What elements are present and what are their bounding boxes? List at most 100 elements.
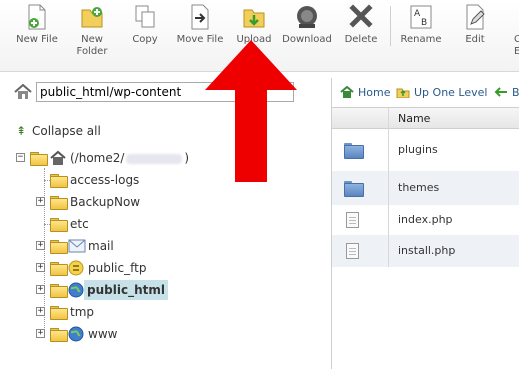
delete-button[interactable]: Delete <box>342 4 380 68</box>
ftp-icon <box>68 260 84 276</box>
tree-item-label: tmp <box>70 305 95 319</box>
tree-item-etc[interactable]: etc <box>36 214 236 234</box>
edit-button[interactable]: Edit <box>456 4 494 68</box>
collapse-all-link[interactable]: ⇞ Collapse all <box>16 124 101 138</box>
folder-icon <box>50 196 68 210</box>
code-editor-label: C E <box>514 34 519 57</box>
code-editor-icon <box>510 4 519 30</box>
back-link[interactable]: B <box>494 86 519 99</box>
copy-button[interactable]: Copy <box>126 4 164 68</box>
file-row-themes[interactable]: themes <box>332 171 519 205</box>
back-label: B <box>512 86 519 99</box>
tree-toggle-expand[interactable]: + <box>36 241 45 250</box>
folder-icon <box>50 174 68 188</box>
tree-item-label: BackupNow <box>70 195 141 209</box>
back-arrow-icon <box>494 86 508 98</box>
new-folder-button[interactable]: New Folder <box>70 4 114 68</box>
column-divider <box>388 171 389 205</box>
tree-toggle-expand[interactable]: + <box>36 285 45 294</box>
svg-text:B: B <box>421 18 427 28</box>
globe-icon <box>68 326 84 342</box>
upload-icon <box>242 4 266 30</box>
copy-label: Copy <box>132 34 158 45</box>
tree-item-label-selected: public_html <box>84 280 168 300</box>
file-name: index.php <box>398 213 453 226</box>
tree-root-suffix: ) <box>184 151 190 165</box>
folder-icon <box>50 262 68 276</box>
tree-item-www[interactable]: + www <box>36 324 236 344</box>
delete-icon <box>349 4 373 30</box>
new-file-button[interactable]: New File <box>14 4 60 68</box>
file-icon <box>346 243 359 259</box>
column-name-header[interactable]: Name <box>398 112 430 125</box>
edit-label: Edit <box>465 34 485 45</box>
tree-root-prefix: (/home2/ <box>70 151 125 165</box>
mail-icon <box>68 239 86 253</box>
tree-item-tmp[interactable]: + tmp <box>36 302 236 322</box>
collapse-all-icon: ⇞ <box>16 124 27 138</box>
home-icon <box>50 150 66 166</box>
tree-toggle-collapse[interactable]: − <box>16 153 25 162</box>
svg-text:A: A <box>414 9 421 19</box>
home-path-icon[interactable] <box>14 83 32 100</box>
folder-icon <box>344 181 364 197</box>
new-folder-icon <box>80 4 104 30</box>
red-arrow-annotation <box>203 38 299 184</box>
tree-toggle-expand[interactable]: + <box>36 307 45 316</box>
toolbar-separator <box>390 6 391 46</box>
tree-item-backupnow[interactable]: + BackupNow <box>36 192 236 212</box>
file-row-index-php[interactable]: index.php <box>332 205 519 235</box>
column-divider <box>388 129 389 171</box>
grid-header: Name <box>332 107 519 130</box>
file-name: themes <box>398 181 440 194</box>
up-level-icon <box>396 86 410 99</box>
rename-button[interactable]: AB Rename <box>398 4 444 68</box>
tree-item-public-html[interactable]: + public_html <box>36 280 236 300</box>
new-file-icon <box>25 4 49 30</box>
file-row-plugins[interactable]: plugins <box>332 129 519 171</box>
folder-icon <box>50 218 68 232</box>
edit-icon <box>463 4 487 30</box>
home-icon <box>340 85 354 98</box>
tree-item-label: access-logs <box>70 173 140 187</box>
tree-item-label: mail <box>88 239 114 253</box>
folder-icon <box>344 143 364 159</box>
rename-label: Rename <box>400 34 442 45</box>
open-folder-icon <box>30 152 48 166</box>
file-name: install.php <box>398 244 456 257</box>
up-one-level-label: Up One Level <box>414 86 488 99</box>
redacted-username <box>126 153 183 164</box>
up-one-level-link[interactable]: Up One Level <box>396 86 487 99</box>
tree-item-label: etc <box>70 217 89 231</box>
tree-toggle-expand[interactable]: + <box>36 329 45 338</box>
file-name: plugins <box>398 143 438 156</box>
tree-root-label[interactable]: (/home2/) <box>70 148 189 168</box>
code-editor-button[interactable]: C E <box>506 4 519 68</box>
new-folder-label: New Folder <box>76 34 108 57</box>
tree-toggle-expand[interactable]: + <box>36 263 45 272</box>
file-list-panel: Home Up One Level B Name plugins themes <box>331 78 519 369</box>
tree-item-label: public_ftp <box>88 261 147 275</box>
file-icon <box>346 212 359 228</box>
delete-label: Delete <box>344 34 378 45</box>
copy-icon <box>133 4 157 30</box>
collapse-all-label: Collapse all <box>32 124 101 138</box>
folder-icon <box>50 240 68 254</box>
folder-icon <box>50 284 68 298</box>
globe-icon <box>68 282 84 298</box>
file-row-install-php[interactable]: install.php <box>332 235 519 267</box>
folder-icon <box>50 306 68 320</box>
rename-icon: AB <box>409 4 433 30</box>
move-file-icon <box>188 4 212 30</box>
download-icon <box>295 4 319 30</box>
tree-item-public-ftp[interactable]: + public_ftp <box>36 258 236 278</box>
folder-icon <box>50 328 68 342</box>
new-file-label: New File <box>16 34 58 45</box>
home-nav-link[interactable]: Home <box>340 85 391 99</box>
column-divider <box>388 235 389 267</box>
column-divider <box>388 205 389 235</box>
tree-item-mail[interactable]: + mail <box>36 236 236 256</box>
column-divider <box>388 108 389 130</box>
home-nav-label: Home <box>358 86 391 99</box>
tree-toggle-expand[interactable]: + <box>36 197 45 206</box>
